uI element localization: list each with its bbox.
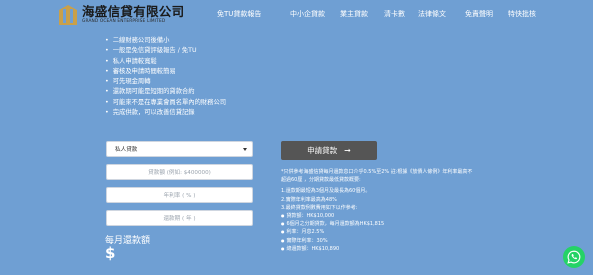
whatsapp-button[interactable] [563, 246, 585, 268]
nav-item-card-debt[interactable]: 清卡數 [384, 9, 405, 19]
info-line: *只供參考海盛信貸每月還款息口介乎0.5%至2% 註:根據《放債人條例》年利率最… [281, 169, 473, 175]
nav-item-legal[interactable]: 法律條文 [418, 9, 446, 19]
apply-loan-label: 申請貸款 [307, 146, 338, 155]
caret-down-icon [243, 148, 247, 151]
list-item: 還款期可能是短期的貸款合約 [105, 87, 226, 97]
list-item: 審核及申請時間較簡易 [105, 67, 226, 77]
info-line: 1.還款期最短為3個月及最長為60個月。 [281, 188, 371, 195]
interest-rate-input[interactable]: 年利率 ( % ) [106, 187, 253, 203]
info-line: 3.最終貸款例數費用如下以作參考: [281, 204, 358, 211]
list-item: 一般是免信貸評級報告 / 免TU [105, 46, 226, 56]
loan-type-value: 私人貸款 [115, 147, 138, 153]
nav-item-fast-approval[interactable]: 特快批核 [508, 9, 536, 19]
info-line: 貸款額：HK$10,000 [281, 212, 541, 220]
list-item: 可能來不是在專業會員名單內的財務公司 [105, 98, 226, 108]
loan-type-select[interactable]: 私人貸款 [106, 141, 253, 157]
arrow-right-icon: ➞ [344, 146, 351, 155]
nav-item-disclaimer[interactable]: 免責聲明 [465, 9, 493, 19]
loan-info: *只供參考海盛信貸每月還款息口介乎0.5%至2% 註:根據《放債人條例》年利率最… [281, 168, 541, 253]
repayment-term-input[interactable]: 還款期 ( 年 ) [106, 210, 253, 226]
loan-amount-input[interactable]: 貸款額 (例如: $400000) [106, 164, 253, 180]
loan-amount-placeholder: 貸款額 (例如: $400000) [148, 170, 211, 176]
nav-item-owner-loan[interactable]: 業主貸款 [340, 9, 368, 19]
nav-item-sme-loan[interactable]: 中小企貸款 [290, 9, 325, 19]
info-line: 總還款額：HK$10,890 [281, 245, 541, 253]
info-line: 利率：月息2.5% [281, 228, 541, 236]
list-item: 二線財務公司後備小 [105, 36, 226, 46]
info-line: 2.實際年利率最高為48% [281, 196, 337, 203]
info-line: 6個月之分期貸款，每月還款額為HK$1,815 [281, 220, 541, 228]
list-item: 可先現金周轉 [105, 77, 226, 87]
info-line: 實際年利率：30% [281, 237, 541, 245]
feature-list: 二線財務公司後備小 一般是免信貸評級報告 / 免TU 私人申請較寬鬆 審核及申請… [105, 36, 226, 118]
main-nav: 免TU貸款報告 中小企貸款 業主貸款 清卡數 法律條文 免責聲明 特快批核 [0, 0, 593, 30]
list-item: 私人申請較寬鬆 [105, 57, 226, 67]
info-line: 超過60厘 ，分期貸款最低貸款概要: [281, 177, 361, 184]
list-item: 完成供款，可以改善信貸記錄 [105, 108, 226, 118]
whatsapp-icon [567, 250, 581, 264]
nav-item-no-tu[interactable]: 免TU貸款報告 [217, 9, 261, 19]
monthly-payment-value: $ [105, 244, 116, 262]
repayment-term-placeholder: 還款期 ( 年 ) [163, 216, 196, 222]
interest-rate-placeholder: 年利率 ( % ) [163, 193, 196, 199]
apply-loan-button[interactable]: 申請貸款 ➞ [281, 141, 377, 160]
